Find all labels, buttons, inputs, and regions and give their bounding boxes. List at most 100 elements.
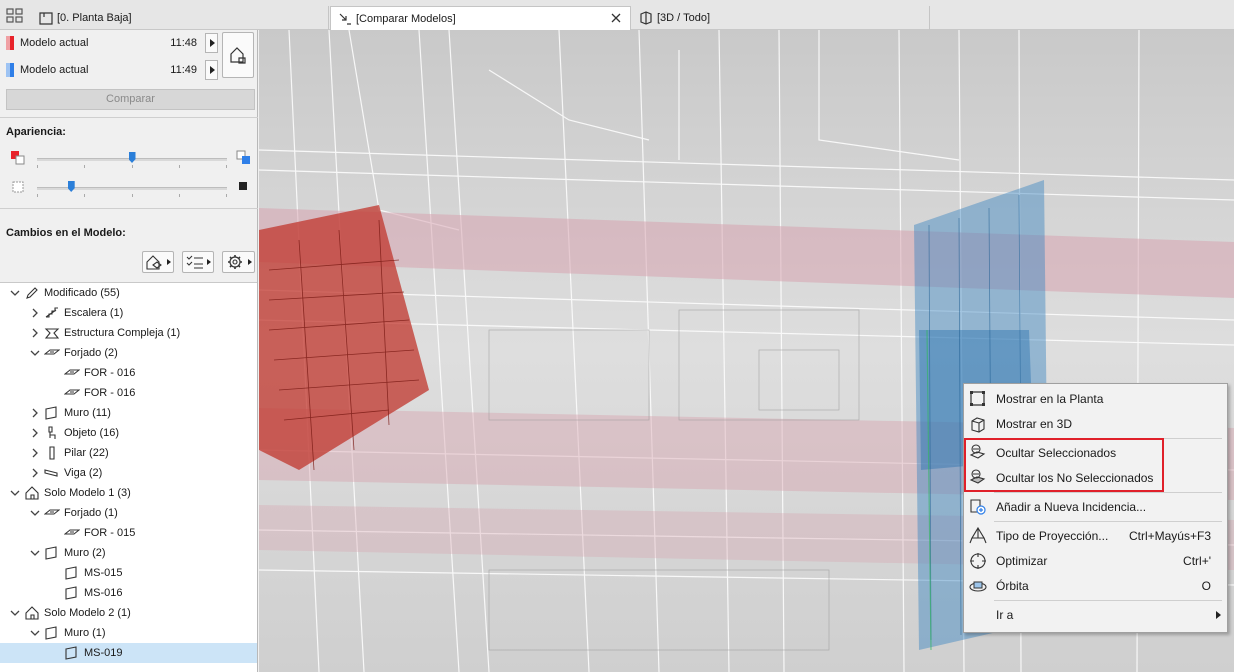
pencil-icon [24,285,40,301]
slab-icon [64,525,80,541]
model-1-menu-button[interactable] [205,33,218,53]
appearance-slider-1-thumb[interactable] [128,152,136,163]
tree-row[interactable]: FOR - 015 [0,523,257,543]
chevron-right-icon[interactable] [30,328,40,338]
tree-row[interactable]: FOR - 016 [0,383,257,403]
tree-row-label: Escalera (1) [64,307,124,319]
menu-item[interactable]: Mostrar en 3D [964,412,1227,436]
model-2-menu-button[interactable] [205,60,218,80]
chevron-down-icon[interactable] [10,488,20,498]
tree-row-label: Viga (2) [64,467,103,479]
menu-item-shortcut: O [1201,579,1211,593]
tab-3d-view[interactable]: [3D / Todo] [632,6,930,30]
slab-icon [44,345,60,361]
beam-icon [44,465,60,481]
menu-item-label: Órbita [996,579,1029,593]
menu-item-label: Añadir a Nueva Incidencia... [996,500,1147,514]
tab-label: [0. Planta Baja] [57,12,132,24]
tree-row[interactable]: MS-019 [0,643,257,663]
tree-row[interactable]: Solo Modelo 1 (3) [0,483,257,503]
tree-row[interactable]: Escalera (1) [0,303,257,323]
stair-icon [44,305,60,321]
tree-row[interactable]: Modificado (55) [0,283,257,303]
settings-button[interactable] [222,251,255,273]
chevron-down-icon[interactable] [30,508,40,518]
model-1-color-swatch [6,36,14,50]
tree-row-label: Muro (1) [64,627,106,639]
menu-item-label: Mostrar en la Planta [996,392,1104,406]
3d-box-icon [968,414,988,434]
wall-icon [64,645,80,661]
menu-item-shortcut: Ctrl+Mayús+F3 [1128,529,1211,543]
appearance-slider-1-row [0,148,258,170]
projection-icon [968,526,988,546]
menu-item-label: Mostrar en 3D [996,417,1073,431]
menu-item[interactable]: Órbita O [964,574,1227,598]
menu-item[interactable]: Añadir a Nueva Incidencia... [964,495,1227,519]
appearance-slider-2-thumb[interactable] [67,181,75,192]
menu-item[interactable]: Tipo de Proyección... Ctrl+Mayús+F3 [964,524,1227,548]
tree-row[interactable]: Forjado (2) [0,343,257,363]
model-2-label: Modelo actual [20,64,89,76]
house-icon [24,605,40,621]
chevron-right-icon[interactable] [30,428,40,438]
grid-view-icon[interactable] [4,7,26,25]
fit-icon [968,551,988,571]
tree-row[interactable]: Pilar (22) [0,443,257,463]
chevron-right-icon[interactable] [30,408,40,418]
tree-row[interactable]: Solo Modelo 2 (1) [0,603,257,623]
wall-icon [64,585,80,601]
checklist-icon [186,255,211,269]
tree-row-label: Pilar (22) [64,447,109,459]
filter-elements-button[interactable] [142,251,174,273]
tree-row[interactable]: MS-016 [0,583,257,603]
tree-row[interactable]: Muro (2) [0,543,257,563]
chevron-down-icon[interactable] [30,548,40,558]
model-row-1: Modelo actual 11:48 [0,31,218,55]
chevron-down-icon[interactable] [10,608,20,618]
tree-row[interactable]: Muro (11) [0,403,257,423]
tree-row-label: FOR - 015 [84,527,136,539]
chevron-down-icon[interactable] [30,348,40,358]
appearance-slider-2-track[interactable] [37,187,227,190]
list-options-button[interactable] [182,251,214,273]
menu-item[interactable]: Optimizar Ctrl+' [964,549,1227,573]
menu-item[interactable]: Mostrar en la Planta [964,387,1227,411]
filter-elements-icon [146,255,171,270]
tree-row-label: Objeto (16) [64,427,120,439]
slab-icon [64,385,80,401]
chevron-right-icon[interactable] [30,308,40,318]
tab-floor-plan[interactable]: [0. Planta Baja] [32,6,329,30]
menu-item[interactable]: Ir a [964,603,1227,627]
orbit-icon [968,576,988,596]
tab-compare-models[interactable]: [Comparar Modelos] [330,6,631,30]
house-icon [24,485,40,501]
app-window: [0. Planta Baja] [Comparar Modelos] [3D … [0,0,1234,672]
tree-row[interactable]: Muro (1) [0,623,257,643]
tree-row-label: FOR - 016 [84,367,136,379]
tree-row-label: Solo Modelo 1 (3) [44,487,131,499]
tree-row[interactable]: Estructura Compleja (1) [0,323,257,343]
chevron-right-icon[interactable] [30,448,40,458]
model-2-time: 11:49 [170,64,197,76]
appearance-label: Apariencia: [6,126,66,138]
add-issue-icon [968,497,988,517]
chevron-down-icon[interactable] [10,288,20,298]
swap-models-button[interactable] [222,32,254,78]
model-2-color-swatch [6,63,14,77]
divider [0,117,258,118]
tree-row[interactable]: Viga (2) [0,463,257,483]
chevron-right-icon[interactable] [30,468,40,478]
appearance-slider-2-row [0,177,258,199]
blank-icon [968,605,988,625]
object-icon [44,425,60,441]
tree-row-label: Forjado (2) [64,347,118,359]
tree-row[interactable]: Objeto (16) [0,423,257,443]
tree-row[interactable]: FOR - 016 [0,363,257,383]
tree-row[interactable]: Forjado (1) [0,503,257,523]
tab-label: [Comparar Modelos] [356,12,456,25]
close-icon[interactable] [610,12,622,24]
compare-button[interactable]: Comparar [6,89,255,110]
tree-row[interactable]: MS-015 [0,563,257,583]
chevron-down-icon[interactable] [30,628,40,638]
